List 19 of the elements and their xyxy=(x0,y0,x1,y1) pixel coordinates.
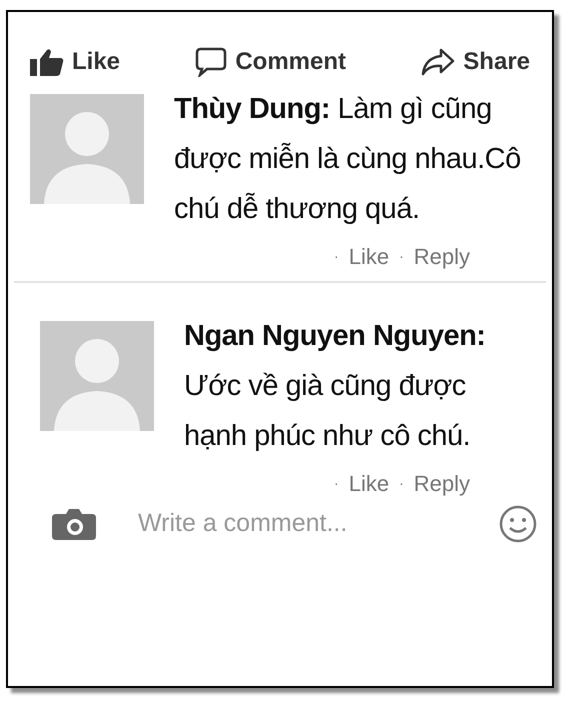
smiley-icon[interactable] xyxy=(498,504,538,544)
comment-text: Thùy Dung: Làm gì cũng được miễn là cùng nhau.Cô chú dễ thương quá. xyxy=(174,92,522,227)
comment-input-field[interactable]: Write a comment... xyxy=(138,505,498,543)
thumbs-up-icon xyxy=(30,48,64,76)
separator-dot: · xyxy=(334,474,339,493)
comment-text: Ngan Nguyen Nguyen: Ước về già cũng được hạnh phúc như cô chú. xyxy=(184,319,486,454)
comment-action-link[interactable]: Like xyxy=(348,240,390,273)
separator-dot: · xyxy=(334,247,339,266)
comment-action-link[interactable]: Like xyxy=(348,467,390,500)
share-button[interactable]: Share xyxy=(421,44,530,80)
camera-icon[interactable] xyxy=(52,508,96,540)
separator-dot: · xyxy=(399,474,404,493)
like-button[interactable]: Like xyxy=(30,44,120,80)
comment-action-link[interactable]: Reply xyxy=(414,467,470,500)
speech-bubble-icon xyxy=(195,47,228,77)
share-arrow-icon xyxy=(421,48,456,76)
comment-action-link[interactable]: Reply xyxy=(414,240,470,273)
comment-button[interactable]: Comment xyxy=(195,44,346,80)
separator-dot: · xyxy=(399,247,404,266)
